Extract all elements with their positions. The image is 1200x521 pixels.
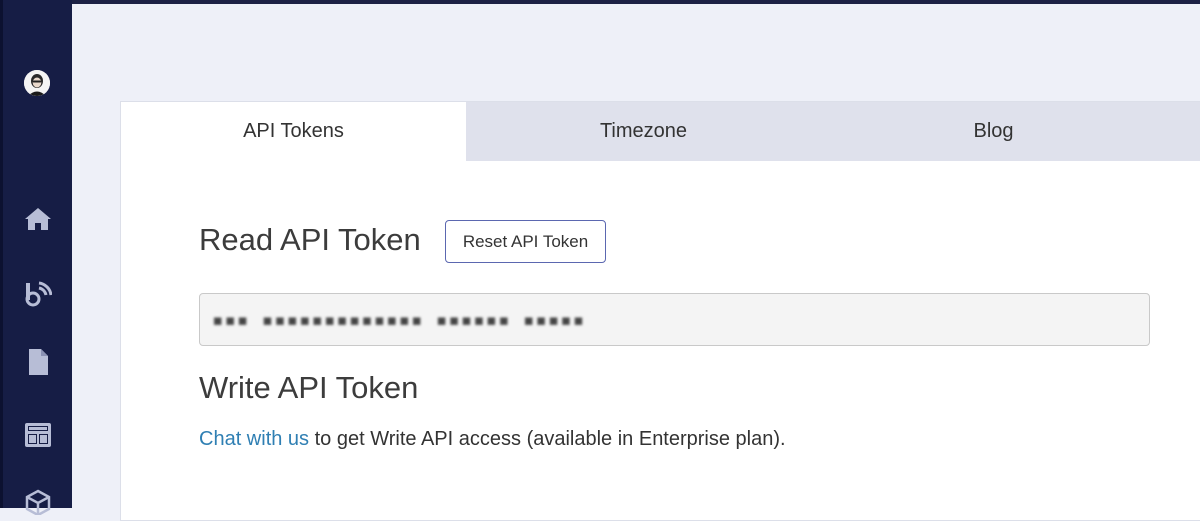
tab-bar: API Tokens Timezone Blog bbox=[121, 102, 1200, 161]
sidebar bbox=[0, 0, 72, 515]
tab-api-tokens[interactable]: API Tokens bbox=[121, 102, 466, 161]
tab-timezone[interactable]: Timezone bbox=[466, 102, 821, 161]
write-info-text: to get Write API access (available in En… bbox=[309, 428, 786, 450]
masked-token-value: ▪▪▪ ▪▪▪▪▪▪▪▪▪▪▪▪▪ ▪▪▪▪▪▪ ▪▪▪▪▪ bbox=[212, 308, 586, 331]
write-token-title: Write API Token bbox=[199, 370, 419, 405]
write-token-info: Chat with us to get Write API access (av… bbox=[199, 428, 786, 451]
tab-blog[interactable]: Blog bbox=[821, 102, 1200, 161]
cube-icon[interactable] bbox=[24, 488, 52, 516]
tab-label: API Tokens bbox=[243, 120, 344, 142]
document-icon[interactable] bbox=[24, 348, 52, 376]
settings-card: API Tokens Timezone Blog Read API Token … bbox=[120, 101, 1200, 521]
dashboard-icon[interactable] bbox=[24, 421, 52, 449]
tab-label: Timezone bbox=[599, 120, 688, 142]
top-bar bbox=[0, 0, 1200, 4]
tab-label: Blog bbox=[973, 120, 1014, 142]
read-token-title: Read API Token bbox=[199, 222, 421, 257]
chat-with-us-link[interactable]: Chat with us bbox=[199, 428, 309, 450]
feed-icon[interactable] bbox=[24, 281, 52, 309]
home-icon[interactable] bbox=[24, 205, 52, 233]
read-token-field[interactable]: ▪▪▪ ▪▪▪▪▪▪▪▪▪▪▪▪▪ ▪▪▪▪▪▪ ▪▪▪▪▪ bbox=[199, 293, 1150, 346]
sidebar-edge bbox=[0, 0, 3, 508]
avatar[interactable] bbox=[24, 70, 50, 96]
reset-api-token-button[interactable]: Reset API Token bbox=[445, 220, 606, 263]
